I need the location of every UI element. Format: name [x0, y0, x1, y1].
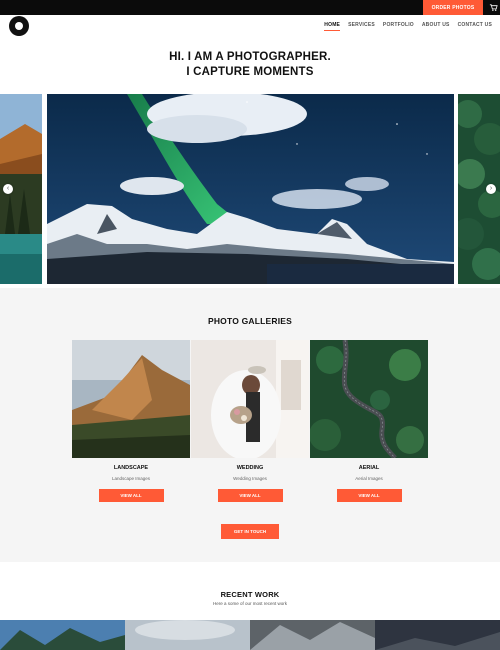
gallery-card-wedding: WEDDING Wedding Images VIEW ALL	[191, 340, 309, 502]
view-all-aerial-button[interactable]: VIEW ALL	[336, 489, 402, 502]
site-logo[interactable]	[9, 16, 29, 36]
hero-heading: HI. I AM A PHOTOGRAPHER. I CAPTURE MOMEN…	[0, 50, 500, 80]
recent-photo-3[interactable]	[250, 620, 375, 650]
aerial-image[interactable]	[310, 340, 428, 458]
hero-line-1: HI. I AM A PHOTOGRAPHER.	[169, 51, 331, 63]
card-subtitle: Aerial Images	[355, 476, 383, 481]
landscape-image[interactable]	[72, 340, 190, 458]
card-subtitle: Landscape Images	[111, 476, 151, 481]
chevron-left-icon[interactable]: ‹	[3, 184, 13, 194]
recent-photo-1[interactable]	[0, 620, 125, 650]
nav-about-us[interactable]: ABOUT US	[422, 22, 450, 28]
galleries-heading: PHOTO GALLERIES	[207, 316, 293, 326]
recent-work-strip	[0, 620, 500, 650]
recent-photo-2[interactable]	[125, 620, 250, 650]
nav-services[interactable]: SERVICES	[348, 22, 375, 28]
nav-home[interactable]: HOME	[324, 22, 340, 31]
recent-work-subtitle: Here a some of our most recent work	[212, 601, 288, 606]
recent-work-heading: RECENT WORK	[220, 590, 280, 599]
card-subtitle: Wedding Images	[233, 476, 267, 481]
get-in-touch-button[interactable]: GET IN TOUCH	[221, 524, 279, 539]
chevron-right-icon[interactable]: ›	[486, 184, 496, 194]
order-photos-button[interactable]: ORDER PHOTOS	[423, 0, 483, 15]
view-all-wedding-button[interactable]: VIEW ALL	[217, 489, 283, 502]
card-title: WEDDING	[236, 465, 264, 471]
main-nav: HOME SERVICES PORTFOLIO ABOUT US CONTACT…	[324, 22, 492, 31]
nav-contact-us[interactable]: CONTACT US	[458, 22, 492, 28]
card-title: AERIAL	[358, 465, 380, 471]
carousel-slide-current[interactable]	[47, 94, 454, 284]
recent-photo-4[interactable]	[375, 620, 500, 650]
cart-icon[interactable]	[489, 3, 498, 12]
photo-carousel[interactable]: ‹ ›	[0, 94, 500, 285]
view-all-landscape-button[interactable]: VIEW ALL	[98, 489, 164, 502]
nav-portfolio[interactable]: PORTFOLIO	[383, 22, 414, 28]
gallery-card-landscape: LANDSCAPE Landscape Images VIEW ALL	[72, 340, 190, 502]
wedding-image[interactable]	[191, 340, 309, 458]
card-title: LANDSCAPE	[113, 465, 149, 471]
gallery-card-aerial: AERIAL Aerial Images VIEW ALL	[310, 340, 428, 502]
hero-line-2: I CAPTURE MOMENTS	[186, 66, 314, 78]
photo-galleries-section: PHOTO GALLERIES LANDSCAPE Landscape Imag…	[0, 288, 500, 562]
